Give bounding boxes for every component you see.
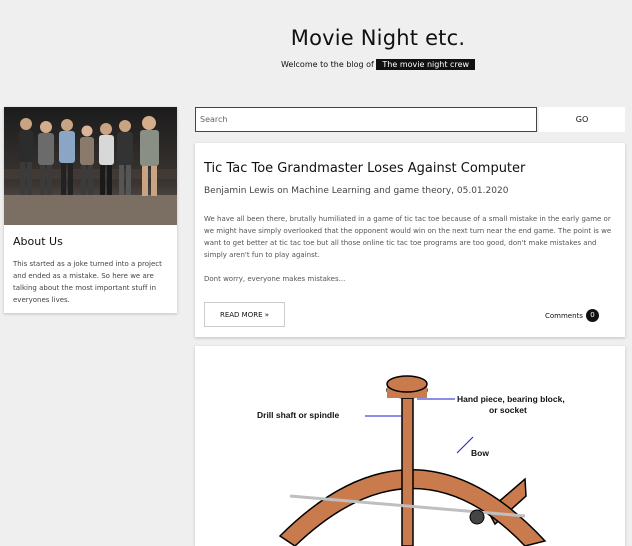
about-text: This started as a joke turned into a pro… (13, 260, 162, 304)
label-bow: Bow (471, 448, 489, 458)
label-hand-piece-line1: Hand piece, bearing block, (457, 394, 565, 404)
post-date: 05.01.2020 (456, 186, 509, 196)
about-title: About Us (13, 235, 63, 248)
comments-count-badge: 0 (585, 309, 599, 322)
group-photo (4, 107, 177, 225)
image-post-card: Drill shaft or spindle Hand piece, beari… (195, 346, 625, 546)
post-teaser: Dont worry, everyone makes mistakes... (204, 275, 346, 283)
site-subtitle: Welcome to the blog of The movie night c… (0, 59, 632, 70)
post-meta-joiner: on (277, 186, 289, 196)
comments-label: Comments (545, 311, 583, 320)
bow-drill-diagram: Drill shaft or spindle Hand piece, beari… (257, 375, 565, 546)
post-author: Benjamin Lewis (204, 186, 275, 196)
search-input[interactable] (195, 107, 537, 132)
post-meta: Benjamin Lewis on Machine Learning and g… (204, 186, 509, 196)
site-title: Movie Night etc. (290, 26, 466, 50)
about-card: About Us This started as a joke turned i… (4, 107, 177, 313)
post-categories: Machine Learning and game theory (291, 186, 452, 196)
go-button[interactable]: GO (539, 107, 625, 132)
crew-highlight: The movie night crew (376, 59, 476, 70)
post-body: We have all been there, brutally humilia… (204, 215, 612, 259)
post-title[interactable]: Tic Tac Toe Grandmaster Loses Against Co… (204, 161, 525, 176)
label-hand-piece-line2: or socket (489, 405, 527, 415)
label-drill-shaft: Drill shaft or spindle (257, 410, 339, 420)
subtitle-prefix: Welcome to the blog of (280, 60, 374, 69)
post-card: Tic Tac Toe Grandmaster Loses Against Co… (195, 143, 625, 337)
comments-link[interactable]: Comments 0 (545, 309, 599, 322)
read-more-button[interactable]: READ MORE » (204, 302, 285, 327)
